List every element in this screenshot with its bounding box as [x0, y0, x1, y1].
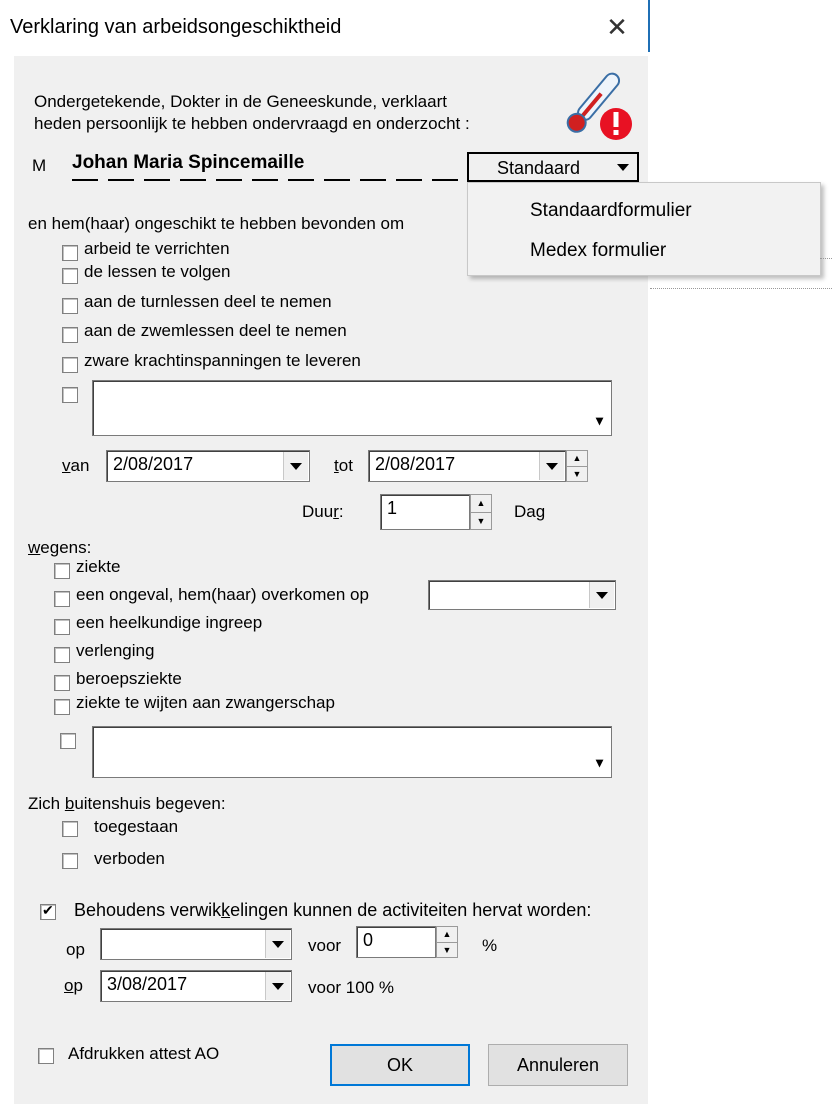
unfit-other-checkbox[interactable]: [62, 387, 78, 403]
duration-label: Duur:: [302, 502, 344, 521]
chevron-down-icon[interactable]: [539, 452, 564, 480]
resume-date-2-value: 3/08/2017: [107, 974, 188, 994]
spin-up-icon[interactable]: ▲: [567, 451, 587, 467]
reason-other-checkbox[interactable]: [60, 733, 76, 749]
duration-input[interactable]: 1: [380, 494, 470, 530]
patient-name: Johan Maria Spincemaille: [72, 152, 305, 173]
chevron-down-icon[interactable]: [589, 582, 614, 608]
spin-down-icon[interactable]: ▼: [437, 943, 457, 958]
reason-label-3: een heelkundige ingreep: [76, 613, 263, 632]
from-date-picker[interactable]: 2/08/2017: [106, 450, 310, 482]
background-line: [820, 258, 832, 259]
resume-date-2[interactable]: 3/08/2017: [100, 970, 292, 1002]
form-type-selected: Standaard: [497, 158, 581, 178]
background-line: [650, 288, 832, 289]
unfit-other-input[interactable]: ▾: [92, 380, 612, 436]
unfit-heading: en hem(haar) ongeschikt te hebben bevond…: [28, 214, 405, 233]
resume-percent-input[interactable]: 0: [356, 926, 436, 958]
unfit-label-2: de lessen te volgen: [84, 262, 231, 281]
unfit-checkbox-2[interactable]: [62, 268, 78, 284]
unfit-label-3: aan de turnlessen deel te nemen: [84, 292, 332, 311]
chevron-down-icon[interactable]: [265, 930, 290, 958]
outside-label-allowed: toegestaan: [94, 817, 179, 836]
resume-row2-op: op: [64, 976, 83, 995]
print-checkbox[interactable]: [38, 1048, 54, 1064]
reason-other-input[interactable]: ▾: [92, 726, 612, 778]
resume-row1-op: op: [66, 940, 85, 959]
outside-label-forbidden: verboden: [94, 849, 165, 868]
reason-label-6: ziekte te wijten aan zwangerschap: [76, 693, 335, 712]
chevron-down-icon: [617, 164, 629, 171]
spin-down-icon[interactable]: ▼: [471, 513, 491, 530]
reason-label-2: een ongeval, hem(haar) overkomen op: [76, 585, 369, 604]
resume-label: Behoudens verwikkelingen kunnen de activ…: [74, 900, 592, 920]
reason-heading: wegens:: [28, 538, 92, 557]
from-label: van: [62, 456, 90, 475]
to-label: tot: [334, 456, 353, 475]
reason-checkbox-4[interactable]: [54, 647, 70, 663]
accident-date-picker[interactable]: [428, 580, 616, 610]
outside-checkbox-allowed[interactable]: [62, 821, 78, 837]
to-date-spinner[interactable]: ▲ ▼: [566, 450, 588, 482]
resume-checkbox[interactable]: [40, 902, 56, 920]
to-date-value: 2/08/2017: [375, 454, 456, 474]
spin-down-icon[interactable]: ▼: [567, 467, 587, 482]
reason-checkbox-6[interactable]: [54, 699, 70, 715]
intro-line-2: heden persoonlijk te hebben ondervraagd …: [34, 114, 470, 133]
title-bar: Verklaring van arbeidsongeschiktheid ✕: [0, 0, 648, 56]
duration-unit: Dag: [514, 502, 546, 521]
dropdown-dot-icon: ▾: [595, 754, 603, 770]
duration-value: 1: [387, 498, 398, 518]
spin-up-icon[interactable]: ▲: [437, 927, 457, 943]
reason-checkbox-2[interactable]: [54, 591, 70, 607]
from-date-value: 2/08/2017: [113, 454, 194, 474]
unfit-label-1: arbeid te verrichten: [84, 239, 230, 258]
unfit-checkbox-5[interactable]: [62, 357, 78, 373]
resume-row2-voor: voor 100 %: [308, 978, 394, 997]
outside-heading: Zich buitenshuis begeven:: [28, 794, 226, 813]
resume-date-1[interactable]: [100, 928, 292, 960]
outside-checkbox-forbidden[interactable]: [62, 853, 78, 869]
resume-row1-unit: %: [482, 936, 498, 955]
resume-row1-voor: voor: [308, 936, 342, 955]
duration-spinner[interactable]: ▲ ▼: [470, 494, 492, 530]
thermometer-alert-icon: [548, 60, 636, 146]
cancel-button[interactable]: Annuleren: [488, 1044, 628, 1086]
intro-line-1: Ondergetekende, Dokter in de Geneeskunde…: [34, 92, 447, 111]
resume-percent-spinner[interactable]: ▲ ▼: [436, 926, 458, 958]
unfit-checkbox-4[interactable]: [62, 327, 78, 343]
unfit-label-4: aan de zwemlessen deel te nemen: [84, 321, 347, 340]
resume-percent-value: 0: [363, 930, 374, 950]
chevron-down-icon[interactable]: [283, 452, 308, 480]
reason-checkbox-5[interactable]: [54, 675, 70, 691]
form-type-dropdown[interactable]: Standaard: [467, 152, 639, 182]
menu-item-medex-formulier[interactable]: Medex formulier: [530, 240, 666, 262]
unfit-checkbox-1[interactable]: [62, 245, 78, 261]
chevron-down-icon[interactable]: [265, 972, 290, 1000]
window-edge: [648, 0, 650, 52]
close-button[interactable]: ✕: [600, 12, 634, 42]
reason-checkbox-3[interactable]: [54, 619, 70, 635]
reason-label-4: verlenging: [76, 641, 155, 660]
unfit-label-5: zware krachtinspanningen te leveren: [84, 351, 361, 370]
to-date-picker[interactable]: 2/08/2017: [368, 450, 566, 482]
reason-label-1: ziekte: [76, 557, 121, 576]
menu-item-standaardformulier[interactable]: Standaardformulier: [530, 200, 692, 222]
spin-up-icon[interactable]: ▲: [471, 495, 491, 513]
name-underline: [72, 179, 462, 183]
prefix-label: M: [32, 156, 47, 175]
reason-checkbox-1[interactable]: [54, 563, 70, 579]
reason-label-5: beroepsziekte: [76, 669, 182, 688]
ok-button[interactable]: OK: [330, 1044, 470, 1086]
window-title: Verklaring van arbeidsongeschiktheid: [10, 16, 342, 38]
unfit-checkbox-3[interactable]: [62, 298, 78, 314]
dropdown-dot-icon: ▾: [595, 412, 603, 428]
print-label: Afdrukken attest AO: [68, 1044, 220, 1063]
